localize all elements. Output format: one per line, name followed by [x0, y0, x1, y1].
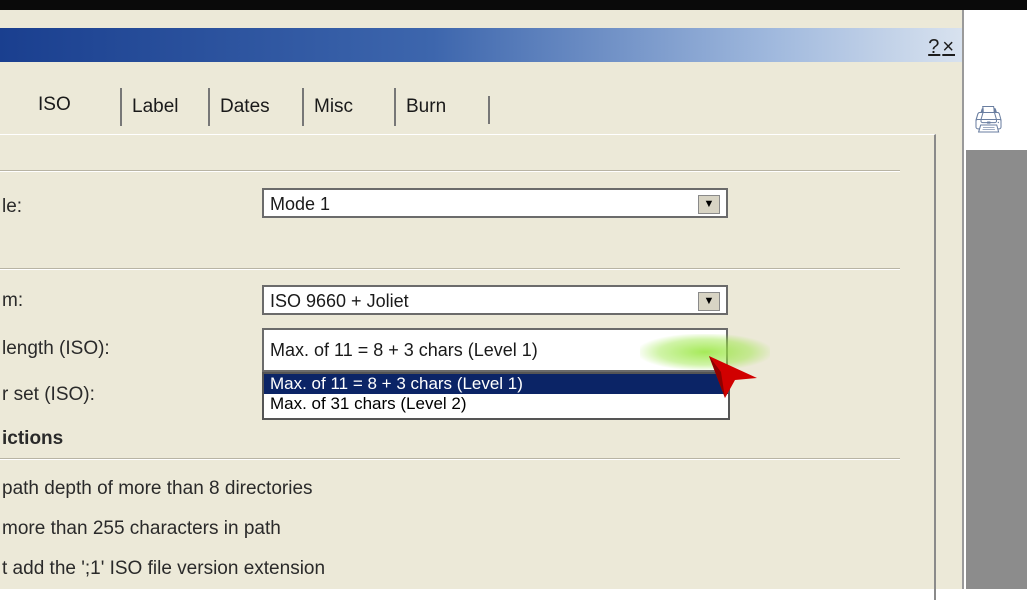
divider	[0, 458, 900, 460]
filename-length-dropdown-list: Max. of 11 = 8 + 3 chars (Level 1) Max. …	[262, 372, 730, 420]
tab-burn[interactable]: Burn	[394, 88, 456, 126]
title-buttons: ? ×	[927, 36, 956, 59]
restriction-option[interactable]: more than 255 characters in path	[2, 518, 281, 540]
restriction-option[interactable]: path depth of more than 8 directories	[2, 478, 313, 500]
iso-properties-dialog: ? × ISO Label Dates Misc Burn le: Mode 1 …	[0, 10, 964, 600]
filesystem-select-value: ISO 9660 + Joliet	[270, 291, 409, 311]
printer-icon: 🖨	[972, 104, 1006, 134]
filename-length-select-value: Max. of 11 = 8 + 3 chars (Level 1)	[270, 340, 538, 360]
red-pointer-icon	[709, 356, 757, 398]
chevron-down-icon[interactable]: ▼	[698, 292, 720, 311]
mode-select[interactable]: Mode 1 ▼	[262, 188, 728, 218]
dialog-titlebar: ? ×	[0, 28, 962, 62]
dropdown-option[interactable]: Max. of 31 chars (Level 2)	[264, 394, 728, 414]
dropdown-option[interactable]: Max. of 11 = 8 + 3 chars (Level 1)	[264, 374, 728, 394]
chevron-down-icon[interactable]: ▼	[698, 195, 720, 214]
help-button[interactable]: ?	[927, 36, 941, 58]
tab-separator	[488, 96, 490, 124]
mode-label: le:	[2, 196, 23, 217]
tab-strip: ISO Label Dates Misc Burn	[0, 88, 900, 138]
filesystem-select[interactable]: ISO 9660 + Joliet ▼	[262, 285, 728, 315]
tab-dates[interactable]: Dates	[208, 88, 280, 126]
restrictions-heading: ictions	[2, 428, 64, 449]
tab-label[interactable]: Label	[120, 88, 189, 126]
mode-select-value: Mode 1	[270, 194, 331, 214]
divider	[0, 170, 900, 172]
filesystem-label: m:	[2, 290, 24, 311]
tab-iso[interactable]: ISO	[28, 86, 81, 124]
screen-top-border	[0, 0, 1027, 10]
close-button[interactable]: ×	[941, 36, 956, 58]
background-panel	[966, 150, 1027, 589]
tab-misc[interactable]: Misc	[302, 88, 363, 126]
restriction-option[interactable]: t add the ';1' ISO file version extensio…	[2, 558, 325, 580]
background-window: 🖨	[964, 10, 1027, 589]
divider	[0, 268, 900, 270]
filename-length-label: length (ISO):	[2, 338, 110, 359]
charset-label: r set (ISO):	[2, 384, 95, 405]
